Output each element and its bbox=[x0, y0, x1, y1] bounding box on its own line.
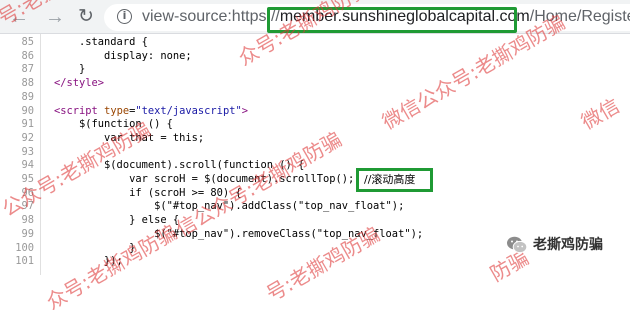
line-number: 85 bbox=[21, 36, 34, 48]
code-line: 101 }); bbox=[0, 255, 630, 268]
reload-icon[interactable]: ↻ bbox=[75, 6, 97, 28]
code-line: 86 display: none; bbox=[0, 50, 630, 63]
code-line: 89 bbox=[0, 91, 630, 104]
line-code: } bbox=[54, 241, 136, 254]
url-host-highlight-box bbox=[267, 7, 517, 33]
line-code: }); bbox=[54, 255, 123, 268]
code-line: 96 if (scroH >= 80) { bbox=[0, 187, 630, 200]
line-code: if (scroH >= 80) { bbox=[54, 186, 242, 199]
line-number: 101 bbox=[15, 255, 34, 268]
line-number: 90 bbox=[21, 104, 34, 117]
line-number: 95 bbox=[21, 173, 34, 185]
code-line: 90 <script type="text/javascript"> bbox=[0, 105, 630, 118]
code-line: 85 .standard { bbox=[0, 36, 630, 49]
line-code: } bbox=[54, 63, 86, 76]
line-number: 100 bbox=[15, 241, 34, 254]
line-number: 96 bbox=[21, 186, 34, 199]
line-number: 93 bbox=[21, 145, 34, 158]
line-code: $("#top_nav").addClass("top_nav_float"); bbox=[54, 200, 405, 213]
line-code: <script type="text/javascript"> bbox=[54, 104, 248, 117]
code-line: 92 var that = this; bbox=[0, 132, 630, 145]
line-code: display: none; bbox=[54, 49, 192, 62]
info-icon[interactable]: i bbox=[117, 9, 132, 24]
line-number: 91 bbox=[21, 118, 34, 131]
code-line: 93 bbox=[0, 146, 630, 159]
line-number: 98 bbox=[21, 214, 34, 227]
url-path: /Home/Register bbox=[529, 8, 630, 25]
code-line: 95 var scroH = $(document).scrollTop(); bbox=[0, 173, 630, 186]
code-line: 88 </style> bbox=[0, 77, 630, 90]
code-line: 98 } else { bbox=[0, 214, 630, 227]
line-number: 92 bbox=[21, 131, 34, 144]
wechat-account-name: 老撕鸡防骗 bbox=[533, 237, 603, 253]
line-number: 97 bbox=[21, 200, 34, 213]
line-code: } else { bbox=[54, 214, 180, 227]
line-number: 99 bbox=[21, 227, 34, 240]
line-code: $("#top_nav").removeClass("top_nav_float… bbox=[54, 227, 424, 240]
scroll-height-comment: //滚动高度 bbox=[364, 173, 416, 186]
wechat-logo-icon bbox=[507, 236, 528, 254]
code-line: 91 $(function () { bbox=[0, 118, 630, 131]
line-code: </style> bbox=[54, 77, 105, 90]
line-code: $(document).scroll(function () { bbox=[54, 159, 305, 172]
line-code: var that = this; bbox=[54, 131, 205, 144]
back-arrow-icon[interactable]: ← bbox=[8, 6, 30, 28]
code-line: 87 } bbox=[0, 63, 630, 76]
line-number: 88 bbox=[21, 77, 34, 90]
forward-arrow-icon[interactable]: → bbox=[44, 6, 66, 28]
code-line: 94 $(document).scroll(function () { bbox=[0, 159, 630, 172]
line-code: var scroH = $(document).scrollTop(); bbox=[54, 173, 355, 185]
line-code: $(function () { bbox=[54, 118, 173, 131]
line-number: 87 bbox=[21, 63, 34, 76]
line-code: .standard { bbox=[54, 36, 148, 48]
url-scheme: view-source:https:// bbox=[142, 8, 280, 25]
code-line: 97 $("#top_nav").addClass("top_nav_float… bbox=[0, 200, 630, 213]
line-number: 89 bbox=[21, 90, 34, 103]
line-number: 94 bbox=[21, 159, 34, 172]
line-number: 86 bbox=[21, 49, 34, 62]
